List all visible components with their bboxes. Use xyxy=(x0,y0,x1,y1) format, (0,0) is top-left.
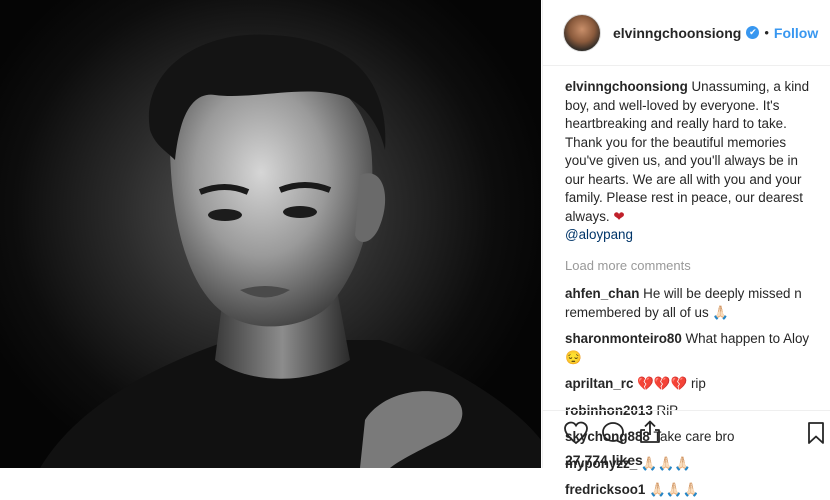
load-more-comments-button[interactable]: Load more comments xyxy=(565,257,814,276)
avatar[interactable] xyxy=(563,13,601,52)
comment-item: fredricksoo1 🙏🏻🙏🏻🙏🏻 xyxy=(565,481,814,500)
post-actions-bar xyxy=(543,410,830,446)
comment-icon[interactable] xyxy=(601,421,625,445)
comment-text: 🙏🏻🙏🏻🙏🏻 xyxy=(645,482,700,497)
post-header: elvinngchoonsiong ✔ • Follow xyxy=(543,0,830,66)
likes-count[interactable]: 27,774 likes xyxy=(565,452,643,468)
comment-item: apriltan_rc 💔💔💔 rip xyxy=(565,375,814,394)
heart-icon[interactable] xyxy=(563,421,589,445)
comment-username[interactable]: sharonmonteiro80 xyxy=(565,331,682,346)
portrait-image xyxy=(40,34,541,468)
post-side-panel: elvinngchoonsiong ✔ • Follow elvinngchoo… xyxy=(542,0,830,497)
comment-username[interactable]: ahfen_chan xyxy=(565,286,639,301)
comment-item: sharonmonteiro80 What happen to Aloy😔 xyxy=(565,330,814,367)
comment-text: 💔💔💔 rip xyxy=(633,376,706,391)
bookmark-icon[interactable] xyxy=(807,421,825,445)
post-author-username[interactable]: elvinngchoonsiong xyxy=(613,25,741,41)
caption-text: Unassuming, a kind boy, and well-loved b… xyxy=(565,79,810,224)
comment-username[interactable]: apriltan_rc xyxy=(565,376,633,391)
verified-badge-icon: ✔ xyxy=(746,26,760,39)
share-icon[interactable] xyxy=(639,420,661,444)
separator-dot: • xyxy=(764,25,769,40)
comment-item: ahfen_chan He will be deeply missed n re… xyxy=(565,285,814,322)
comment-text: 🙏🏻🙏🏻🙏🏻 xyxy=(637,455,691,471)
caption-username[interactable]: elvinngchoonsiong xyxy=(565,79,688,94)
follow-button[interactable]: Follow xyxy=(774,25,818,41)
post-caption: elvinngchoonsiong Unassuming, a kind boy… xyxy=(565,78,814,245)
caption-mention[interactable]: @aloypang xyxy=(565,227,633,242)
heart-emoji: ❤ xyxy=(613,208,625,224)
comment-username[interactable]: fredricksoo1 xyxy=(565,482,645,497)
post-photo[interactable] xyxy=(0,0,541,468)
